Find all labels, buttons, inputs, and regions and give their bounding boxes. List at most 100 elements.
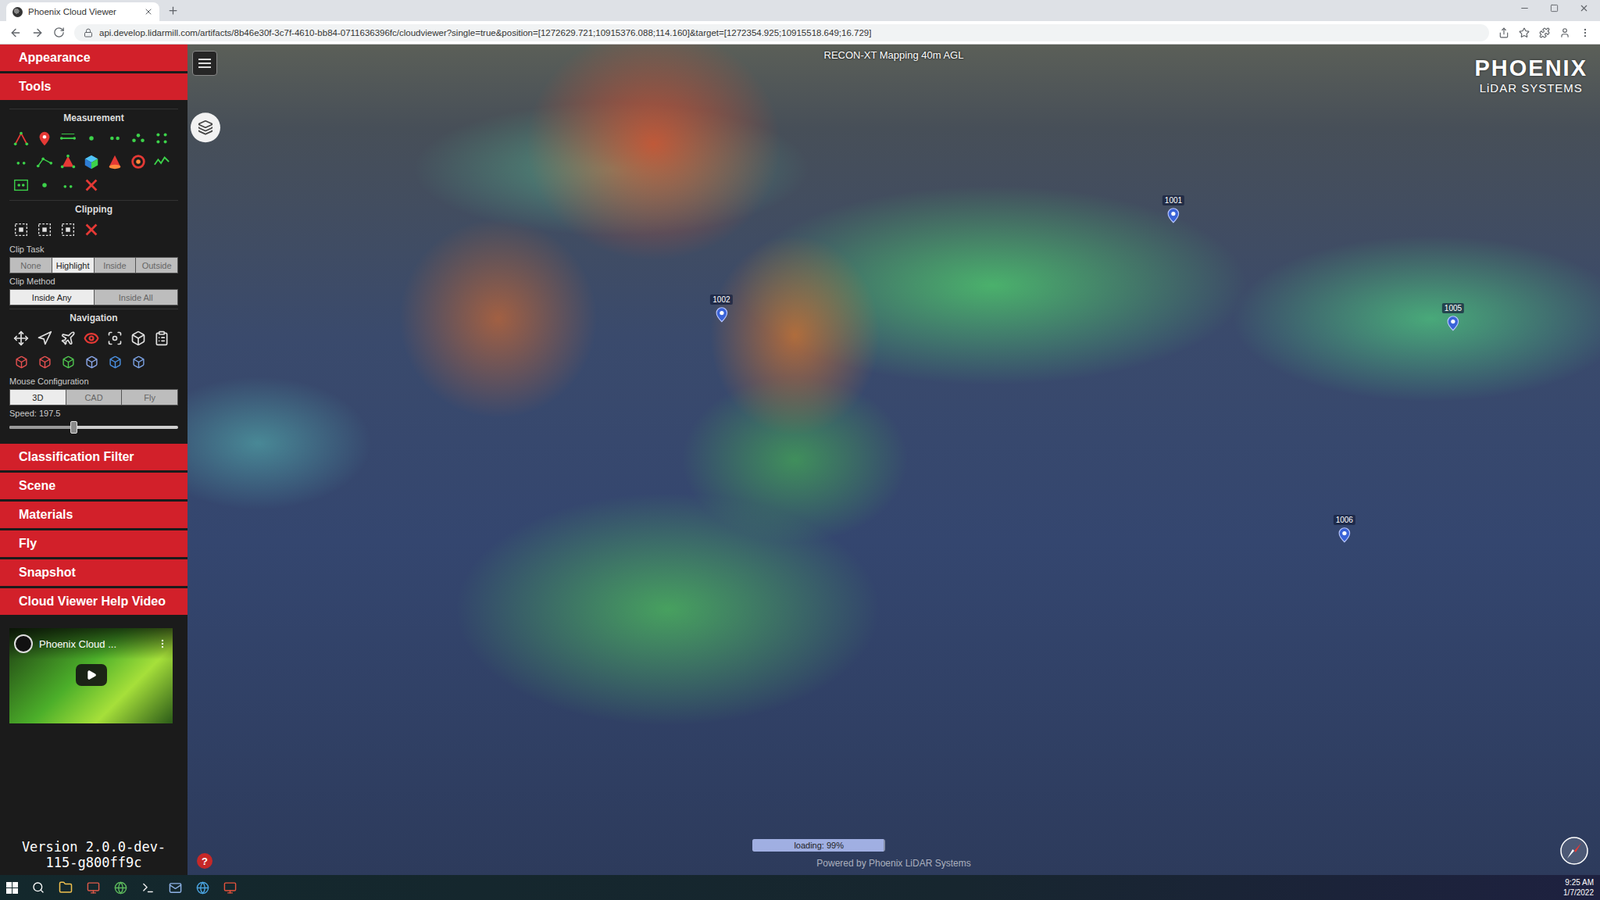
front-view-icon[interactable] [61, 355, 75, 369]
right-view-icon[interactable] [38, 355, 52, 369]
point-icon[interactable] [35, 129, 54, 147]
area-icon[interactable] [59, 153, 77, 171]
sidebar-section-button[interactable]: Fly [0, 530, 188, 558]
app-icon[interactable] [86, 881, 100, 895]
clip-task-option[interactable]: Outside [135, 257, 178, 273]
app-main: AppearanceToolsMeasurementClippingClip T… [0, 44, 1600, 875]
reload-icon[interactable] [53, 26, 65, 39]
forward-icon[interactable] [31, 26, 44, 40]
sidebar-section-button[interactable]: Appearance [0, 44, 188, 72]
annotation-icon[interactable] [12, 176, 30, 194]
mouse-configuration-option[interactable]: Fly [121, 389, 178, 405]
annotation-pin[interactable]: 1001 [1162, 195, 1185, 224]
extensions-icon[interactable] [1539, 27, 1550, 39]
play-button[interactable] [75, 664, 108, 686]
close-window-icon[interactable] [1578, 3, 1590, 14]
credit-text: Powered by Phoenix LiDAR Systems [187, 857, 1600, 869]
help-video[interactable]: Phoenix Cloud ... [9, 628, 173, 724]
bottom-view-icon[interactable] [132, 355, 146, 369]
fly-controls-icon[interactable] [36, 330, 53, 347]
mouse-configuration-option[interactable]: 3D [10, 389, 66, 405]
profile-icon[interactable] [153, 153, 171, 171]
clip-volume-icon[interactable] [12, 221, 30, 239]
browser-icon[interactable] [196, 881, 210, 895]
video-more-icon[interactable] [157, 638, 168, 650]
annotation-pin[interactable]: 1002 [710, 294, 733, 323]
clip-plane-icon[interactable] [59, 221, 77, 239]
speed-slider-thumb[interactable] [70, 421, 78, 434]
azimuth-icon[interactable] [129, 129, 147, 147]
url-field[interactable]: api.develop.lidarmill.com/artifacts/8b46… [74, 24, 1490, 42]
measurement-tools [9, 126, 179, 197]
taskbar-clock[interactable]: 9:25 AM1/7/2022 [1563, 877, 1594, 898]
height-icon[interactable] [82, 129, 100, 147]
angle-icon[interactable] [12, 129, 30, 147]
clip-task-option[interactable]: Inside [94, 257, 136, 273]
menu-button[interactable] [192, 50, 218, 76]
profile-icon[interactable] [1559, 27, 1571, 39]
navigation-cube-icon[interactable] [130, 330, 147, 347]
earth-controls-icon[interactable] [13, 330, 29, 347]
point-cloud-render[interactable] [187, 44, 1600, 875]
annotation-pin[interactable]: 1006 [1333, 514, 1356, 543]
browser-menu-icon[interactable] [1579, 27, 1591, 39]
mail-icon[interactable] [168, 881, 183, 895]
compass-icon[interactable] [1559, 835, 1590, 866]
top-view-icon[interactable] [108, 355, 122, 369]
remove-measurements-icon[interactable] [82, 176, 100, 194]
sphere-icon[interactable] [129, 153, 147, 171]
speed-slider[interactable] [9, 425, 179, 429]
bookmark-star-icon[interactable] [1518, 27, 1530, 39]
clip-task: NoneHighlightInsideOutside [9, 257, 179, 274]
sidebar-section-button[interactable]: Cloud Viewer Help Video [0, 588, 188, 615]
clip-polygon-icon[interactable] [35, 221, 54, 239]
compass-icon[interactable] [153, 330, 170, 347]
pinned-app-icon[interactable] [223, 881, 237, 895]
clip-method-option[interactable]: Inside Any [10, 289, 94, 305]
maximize-icon[interactable] [1550, 3, 1559, 14]
loading-label: loading: 99% [752, 839, 886, 852]
circle-icon[interactable] [106, 129, 124, 147]
left-view-icon[interactable] [14, 355, 29, 369]
minimize-icon[interactable] [1519, 3, 1530, 14]
new-tab-icon[interactable] [167, 4, 179, 17]
window-controls [1508, 3, 1600, 18]
close-tab-icon[interactable] [143, 7, 154, 17]
pin-icon [714, 305, 729, 323]
label-icon[interactable] [35, 176, 54, 194]
sidebar-section-button[interactable]: Tools [0, 73, 188, 100]
polyline-icon[interactable] [35, 153, 54, 171]
annotation-pin[interactable]: 1005 [1442, 303, 1465, 332]
field-label: Mouse Configuration [9, 376, 179, 386]
heli-controls-icon[interactable] [60, 330, 76, 347]
volume-icon[interactable] [82, 153, 100, 171]
layers-button[interactable] [190, 112, 221, 143]
back-icon[interactable] [9, 26, 22, 40]
sidebar-section-button[interactable]: Scene [0, 472, 188, 500]
clip-task-option[interactable]: Highlight [52, 257, 94, 273]
marker-icon[interactable] [12, 153, 30, 171]
share-icon[interactable] [1498, 27, 1510, 39]
cone-icon[interactable] [106, 153, 124, 171]
clip-task-option[interactable]: None [10, 257, 52, 273]
browser-tab[interactable]: Phoenix Cloud Viewer [6, 2, 160, 22]
chrome-icon[interactable] [114, 881, 128, 895]
windows-start-icon[interactable] [6, 882, 18, 894]
file-explorer-icon[interactable] [58, 880, 73, 895]
mouse-configuration-option[interactable]: CAD [66, 389, 122, 405]
area-points-icon[interactable] [153, 129, 171, 147]
node-icon[interactable] [59, 176, 77, 194]
terminal-icon[interactable] [141, 881, 155, 895]
clip-method-option[interactable]: Inside All [94, 289, 179, 305]
orbit-controls-icon[interactable] [83, 330, 100, 347]
sidebar-section-button[interactable]: Classification Filter [0, 443, 188, 471]
full-extent-icon[interactable] [107, 330, 123, 347]
point-cloud-viewer[interactable]: RECON-XT Mapping 40m AGLPHOENIXLiDAR SYS… [187, 44, 1600, 875]
sidebar-section-button[interactable]: Snapshot [0, 559, 188, 586]
distance-icon[interactable] [59, 129, 77, 147]
help-button[interactable]: ? [196, 853, 213, 869]
remove-clipping-icon[interactable] [82, 221, 100, 239]
search-icon[interactable] [32, 881, 45, 894]
back-view-icon[interactable] [85, 355, 99, 369]
sidebar-section-button[interactable]: Materials [0, 501, 188, 529]
